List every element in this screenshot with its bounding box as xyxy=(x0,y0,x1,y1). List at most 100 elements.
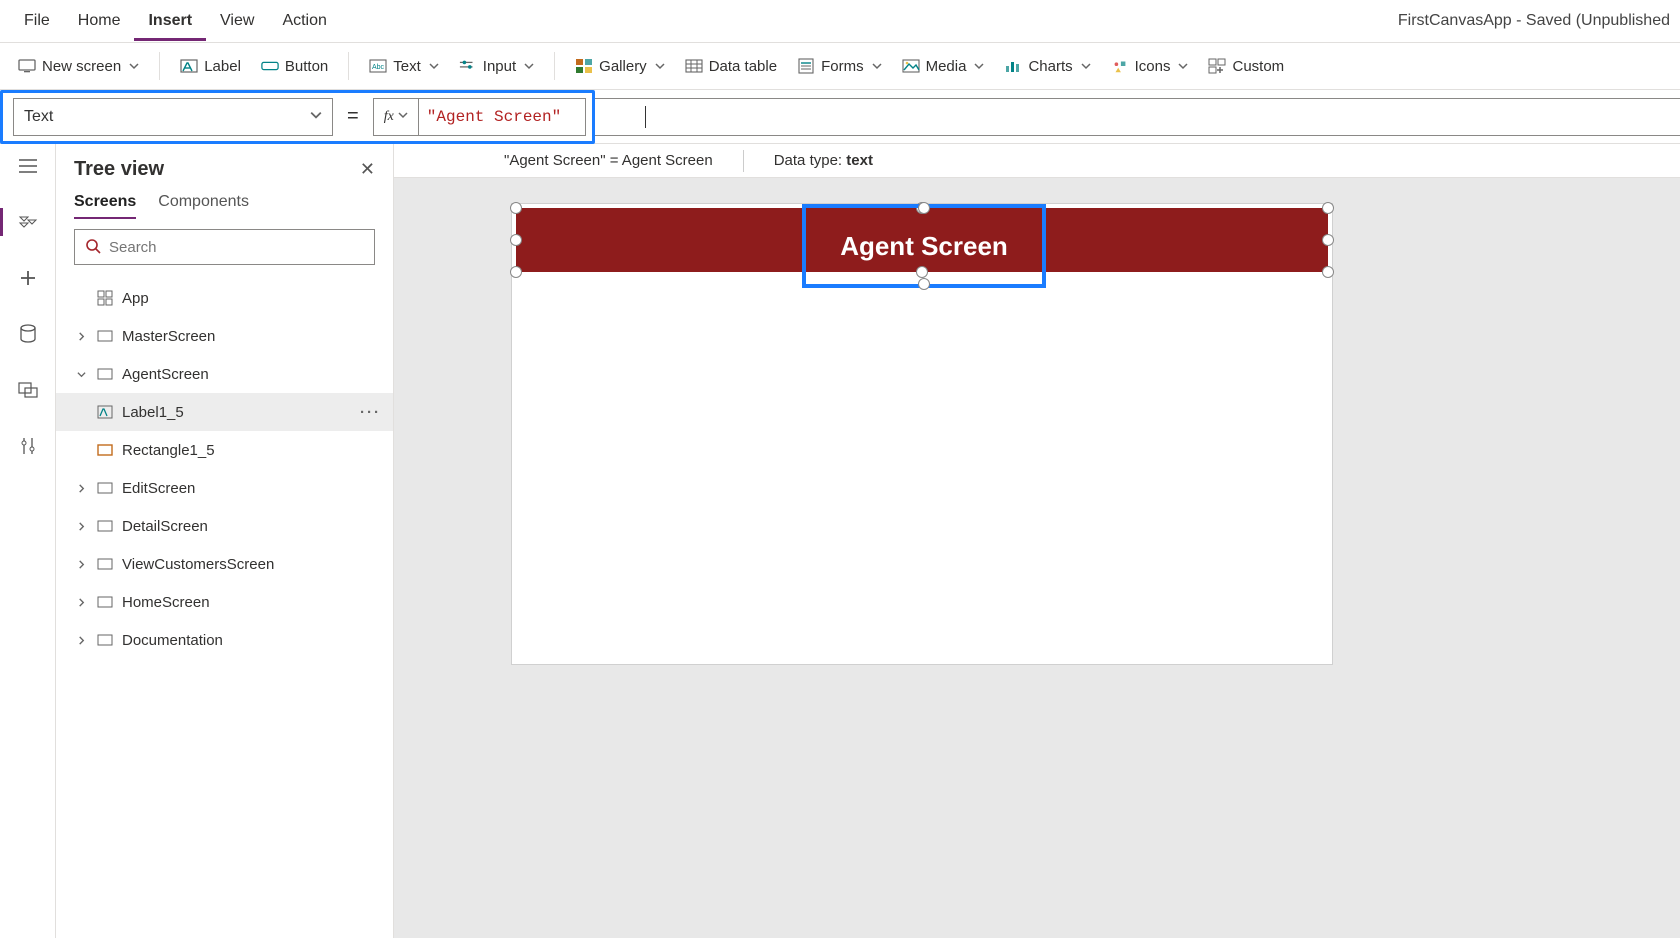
more-icon[interactable]: ··· xyxy=(360,404,381,421)
chevron-down-icon xyxy=(1081,58,1091,75)
property-name: Text xyxy=(24,108,53,126)
insert-input-label: Input xyxy=(483,58,516,75)
selection-handle[interactable] xyxy=(918,278,930,290)
text-icon: Abc xyxy=(369,57,387,75)
chevron-down-icon xyxy=(129,58,139,75)
tree-search-input[interactable] xyxy=(109,239,364,256)
tree-item-viewcustomersscreen[interactable]: ViewCustomersScreen xyxy=(56,545,393,583)
gallery-icon xyxy=(575,57,593,75)
insert-custom-label: Custom xyxy=(1232,58,1284,75)
selection-handle[interactable] xyxy=(918,202,930,214)
media-icon xyxy=(902,57,920,75)
screen-icon xyxy=(96,479,114,497)
selection-handle[interactable] xyxy=(510,234,522,246)
new-screen-label: New screen xyxy=(42,58,121,75)
app-icon xyxy=(96,289,114,307)
insert-media-label: Media xyxy=(926,58,967,75)
insert-rail-button[interactable] xyxy=(12,262,44,294)
tree-view-title: Tree view xyxy=(74,158,164,181)
menu-bar: File Home Insert View Action FirstCanvas… xyxy=(0,0,1680,42)
canvas-screen[interactable]: Agent Screen xyxy=(512,204,1332,664)
rectangle-icon xyxy=(96,441,114,459)
svg-text:Abc: Abc xyxy=(372,64,385,71)
insert-label-label: Label xyxy=(204,58,241,75)
canvas-selected-label[interactable]: Agent Screen xyxy=(802,204,1046,288)
formula-bar: Text = fx xyxy=(0,90,1680,144)
tree-item-app[interactable]: App xyxy=(56,279,393,317)
data-rail-button[interactable] xyxy=(12,318,44,350)
chevron-down-icon xyxy=(524,58,534,75)
selection-handle[interactable] xyxy=(1322,234,1334,246)
formula-extension[interactable] xyxy=(595,98,1680,136)
fx-label: fx xyxy=(384,109,394,125)
advanced-rail-button[interactable] xyxy=(12,430,44,462)
tree-item-masterscreen[interactable]: MasterScreen xyxy=(56,317,393,355)
insert-gallery-label: Gallery xyxy=(599,58,647,75)
tree-item-homescreen[interactable]: HomeScreen xyxy=(56,583,393,621)
close-icon[interactable]: ✕ xyxy=(360,159,375,180)
insert-text-button[interactable]: Abc Text xyxy=(359,43,449,89)
data-type-label: Data type: xyxy=(774,152,847,169)
insert-custom-button[interactable]: Custom xyxy=(1198,43,1294,89)
selection-handle[interactable] xyxy=(510,266,522,278)
menu-view[interactable]: View xyxy=(206,0,268,41)
fx-button[interactable]: fx xyxy=(373,98,418,136)
input-icon xyxy=(459,57,477,75)
divider xyxy=(159,52,160,80)
insert-gallery-button[interactable]: Gallery xyxy=(565,43,675,89)
chevron-down-icon xyxy=(974,58,984,75)
tree-item-label1-5[interactable]: Label1_5 ··· xyxy=(56,393,393,431)
chevron-right-icon xyxy=(74,560,88,569)
insert-label-button[interactable]: Label xyxy=(170,43,251,89)
selection-handle[interactable] xyxy=(510,202,522,214)
menu-action[interactable]: Action xyxy=(268,0,340,41)
divider xyxy=(554,52,555,80)
label-icon xyxy=(96,403,114,421)
property-formula-highlight: Text = fx xyxy=(0,90,595,144)
canvas-area[interactable]: "Agent Screen" = Agent Screen Data type:… xyxy=(394,144,1680,938)
media-rail-button[interactable] xyxy=(12,374,44,406)
chevron-right-icon xyxy=(74,522,88,531)
tree-item-rectangle1-5[interactable]: Rectangle1_5 xyxy=(56,431,393,469)
menu-home[interactable]: Home xyxy=(64,0,135,41)
chevron-down-icon xyxy=(398,109,408,125)
tree-item-editscreen[interactable]: EditScreen xyxy=(56,469,393,507)
formula-input[interactable] xyxy=(427,108,577,126)
insert-input-button[interactable]: Input xyxy=(449,43,544,89)
data-type: Data type: text xyxy=(774,152,873,169)
screen-icon xyxy=(96,631,114,649)
selection-handle[interactable] xyxy=(1322,266,1334,278)
menu-insert[interactable]: Insert xyxy=(134,0,206,41)
new-screen-button[interactable]: New screen xyxy=(8,43,149,89)
insert-forms-button[interactable]: Forms xyxy=(787,43,892,89)
insert-datatable-label: Data table xyxy=(709,58,777,75)
insert-icons-button[interactable]: Icons xyxy=(1101,43,1199,89)
icons-icon xyxy=(1111,57,1129,75)
formula-input-box[interactable] xyxy=(418,98,586,136)
insert-button-button[interactable]: Button xyxy=(251,43,338,89)
left-rail xyxy=(0,144,56,938)
hamburger-button[interactable] xyxy=(12,150,44,182)
selection-handle[interactable] xyxy=(1322,202,1334,214)
insert-datatable-button[interactable]: Data table xyxy=(675,43,787,89)
insert-media-button[interactable]: Media xyxy=(892,43,995,89)
property-dropdown[interactable]: Text xyxy=(13,98,333,136)
chevron-down-icon xyxy=(872,58,882,75)
tree-item-label: Rectangle1_5 xyxy=(122,442,215,459)
ribbon: New screen Label Button Abc Text Input G… xyxy=(0,42,1680,90)
tab-components[interactable]: Components xyxy=(158,193,249,219)
menu-file[interactable]: File xyxy=(10,0,64,41)
tree-search-box[interactable] xyxy=(74,229,375,265)
screen-icon xyxy=(96,327,114,345)
tree-item-detailscreen[interactable]: DetailScreen xyxy=(56,507,393,545)
tree-view-rail-button[interactable] xyxy=(12,206,44,238)
insert-button-label: Button xyxy=(285,58,328,75)
tree-item-documentation[interactable]: Documentation xyxy=(56,621,393,659)
tree-list: App MasterScreen AgentScreen Label1_5 ··… xyxy=(56,275,393,938)
tab-screens[interactable]: Screens xyxy=(74,193,136,219)
tree-item-label: AgentScreen xyxy=(122,366,209,383)
tree-item-agentscreen[interactable]: AgentScreen xyxy=(56,355,393,393)
tree-item-label: HomeScreen xyxy=(122,594,210,611)
insert-charts-button[interactable]: Charts xyxy=(994,43,1100,89)
tree-item-label: Documentation xyxy=(122,632,223,649)
